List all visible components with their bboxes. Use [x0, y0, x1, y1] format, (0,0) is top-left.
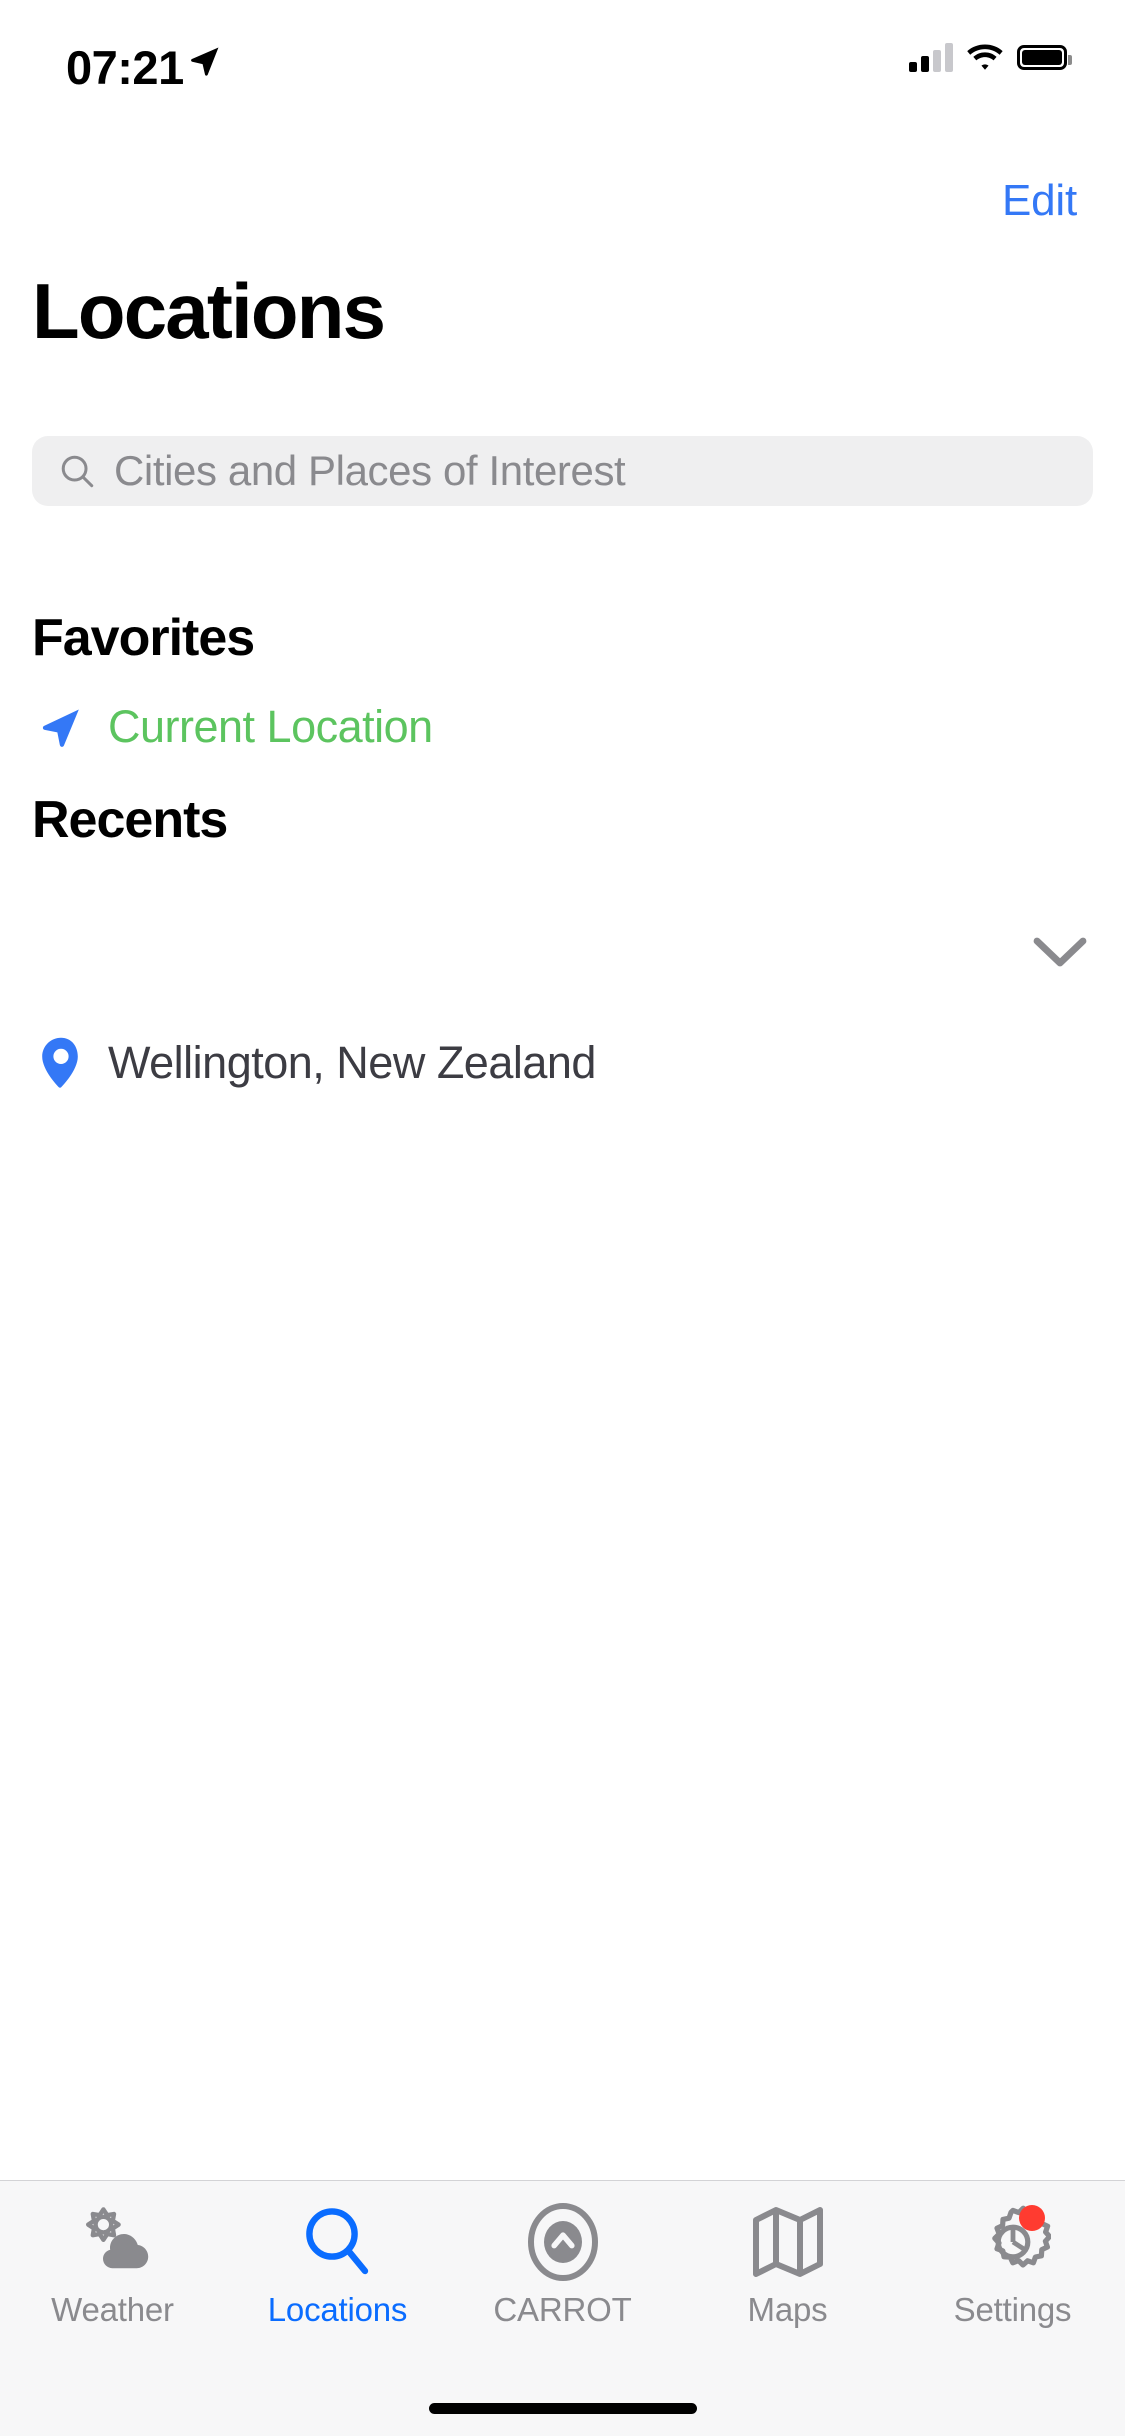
search-input[interactable]: Cities and Places of Interest [32, 436, 1093, 506]
settings-badge-dot [1018, 2205, 1045, 2231]
tab-label: Settings [953, 2291, 1072, 2328]
tab-weather[interactable]: Weather [0, 2203, 225, 2329]
home-indicator[interactable] [428, 2403, 697, 2414]
search-placeholder: Cities and Places of Interest [114, 447, 626, 494]
tab-bar: Weather Locations CARROT Maps Settings [0, 2180, 1125, 2436]
cellular-signal-icon [909, 42, 953, 72]
section-header-recents: Recents [32, 791, 228, 849]
location-arrow-icon [191, 47, 219, 76]
status-bar: 07:21 [0, 0, 1125, 132]
map-pin-icon [32, 1036, 90, 1090]
locations-screen: 07:21 Edit Locations Cities and Places o… [0, 0, 1125, 2436]
folded-map-icon [742, 2203, 834, 2281]
tab-label: Locations [267, 2291, 408, 2328]
status-bar-indicators [909, 42, 1072, 72]
status-bar-time: 07:21 [66, 41, 184, 94]
tab-locations[interactable]: Locations [225, 2203, 450, 2329]
tab-label: Weather [51, 2291, 174, 2328]
list-item-label: Wellington, New Zealand [108, 1037, 596, 1088]
battery-full-icon [1017, 44, 1072, 70]
section-header-favorites: Favorites [32, 609, 255, 667]
gear-icon [967, 2203, 1059, 2281]
navigation-arrow-icon [32, 704, 90, 750]
carrot-chevron-up-icon [517, 2203, 609, 2281]
wifi-icon [967, 44, 1003, 70]
list-item-label: Current Location [108, 701, 433, 752]
tab-label: CARROT [493, 2291, 632, 2328]
list-item-wellington[interactable]: Wellington, New Zealand [32, 1022, 1093, 1104]
chevron-down-icon [1033, 937, 1087, 967]
recents-collapse-toggle[interactable] [1027, 920, 1093, 986]
search-icon [61, 455, 94, 488]
search-icon [292, 2203, 384, 2281]
tab-carrot[interactable]: CARROT [450, 2203, 675, 2329]
page-title: Locations [32, 267, 386, 355]
sun-cloud-icon [67, 2203, 159, 2281]
edit-button[interactable]: Edit [990, 170, 1089, 232]
tab-settings[interactable]: Settings [900, 2203, 1125, 2329]
list-item-current-location[interactable]: Current Location [32, 686, 1093, 768]
tab-label: Maps [747, 2291, 828, 2328]
tab-maps[interactable]: Maps [675, 2203, 900, 2329]
